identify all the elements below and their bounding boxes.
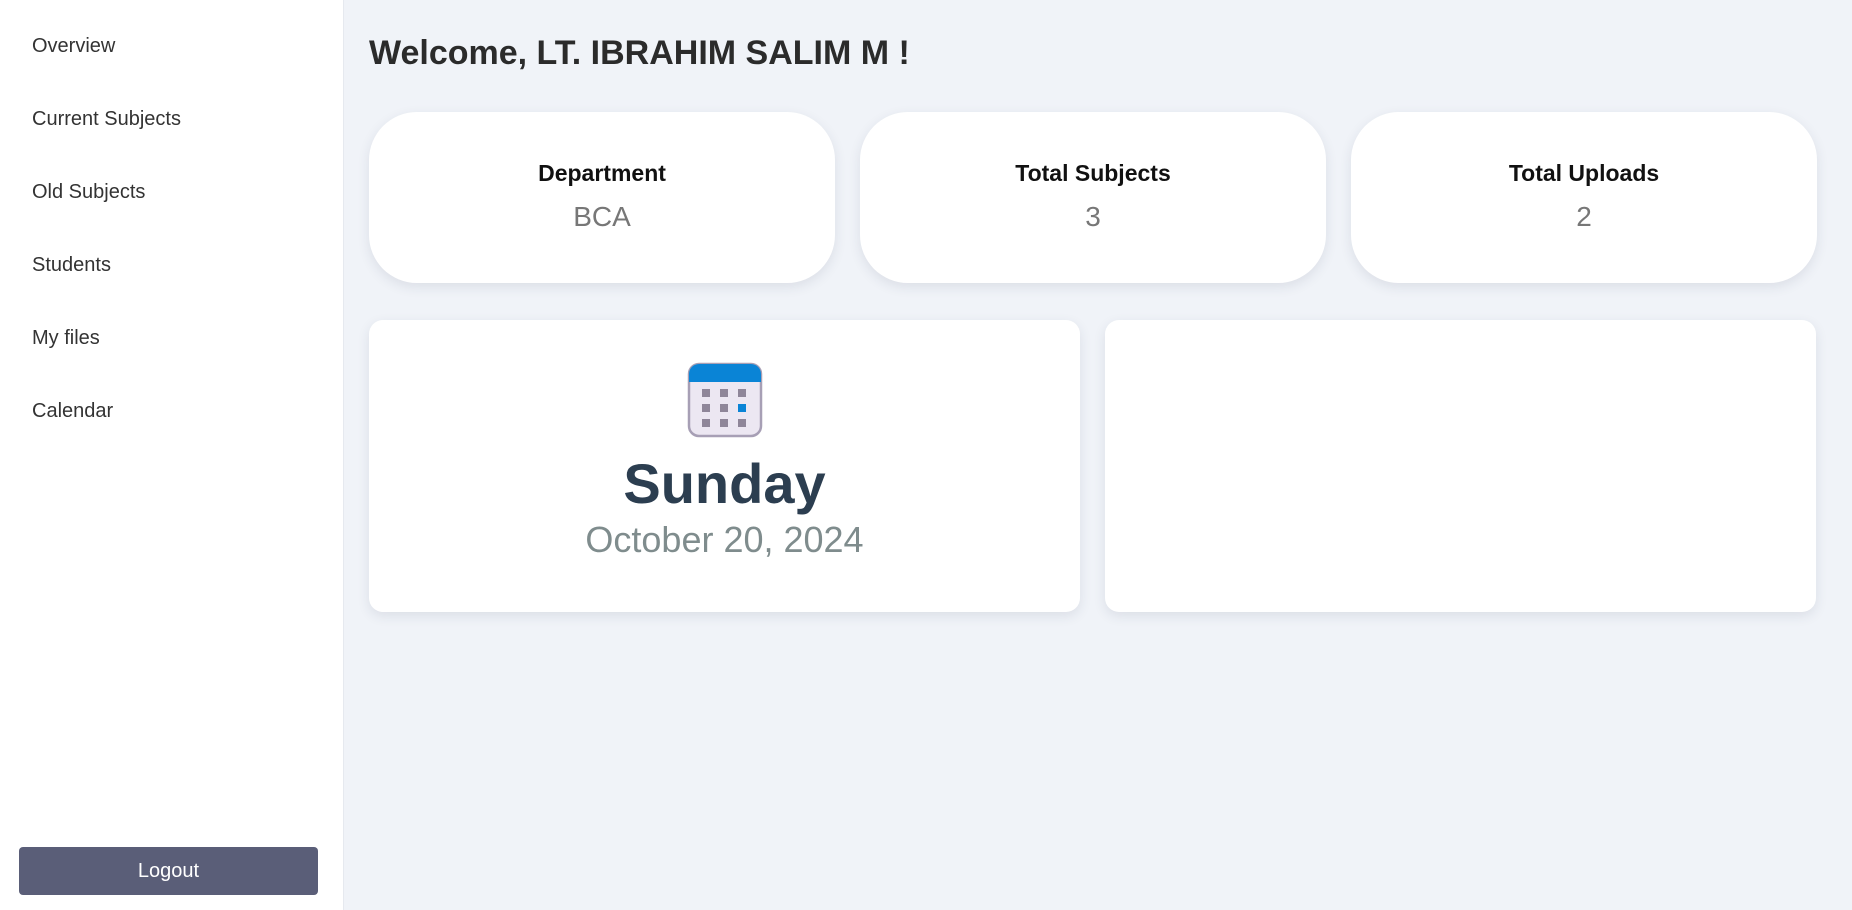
date-text: October 20, 2024 [585, 519, 864, 560]
sidebar-item-students[interactable]: Students [0, 246, 343, 319]
main-content: Welcome, LT. IBRAHIM SALIM M ! Departmen… [344, 0, 1852, 910]
sidebar-item-my-files[interactable]: My files [0, 319, 343, 392]
sidebar-item-label: Students [32, 254, 111, 276]
sidebar-item-label: Old Subjects [32, 181, 146, 203]
stat-value: 2 [1576, 201, 1592, 232]
stat-value: BCA [573, 201, 631, 232]
empty-panel [1105, 320, 1816, 612]
sidebar-item-current-subjects[interactable]: Current Subjects [0, 100, 343, 173]
logout-button[interactable]: Logout [19, 847, 318, 895]
stat-label: Total Uploads [1508, 160, 1660, 186]
sidebar-item-old-subjects[interactable]: Old Subjects [0, 173, 343, 246]
stat-card-total-uploads: Total Uploads 2 [1351, 112, 1817, 283]
stat-card-department: Department BCA [369, 112, 835, 283]
day-name: Sunday [623, 452, 826, 515]
stat-label: Department [538, 160, 666, 186]
sidebar: Overview Current Subjects Old Subjects S… [0, 0, 344, 910]
today-panel: Sunday October 20, 2024 [369, 320, 1080, 612]
sidebar-item-overview[interactable]: Overview [0, 27, 343, 100]
sidebar-item-label: Overview [32, 35, 116, 57]
page-title: Welcome, LT. IBRAHIM SALIM M ! [369, 34, 910, 72]
stat-card-total-subjects: Total Subjects 3 [860, 112, 1326, 283]
sidebar-item-calendar[interactable]: Calendar [0, 392, 343, 465]
calendar-icon [687, 362, 762, 438]
sidebar-nav: Overview Current Subjects Old Subjects S… [0, 0, 343, 465]
sidebar-item-label: My files [32, 327, 100, 349]
stat-value: 3 [1085, 201, 1101, 232]
app-root: Overview Current Subjects Old Subjects S… [0, 0, 1852, 910]
sidebar-item-label: Current Subjects [32, 108, 181, 130]
stat-label: Total Subjects [1015, 160, 1171, 186]
sidebar-item-label: Calendar [32, 400, 114, 422]
